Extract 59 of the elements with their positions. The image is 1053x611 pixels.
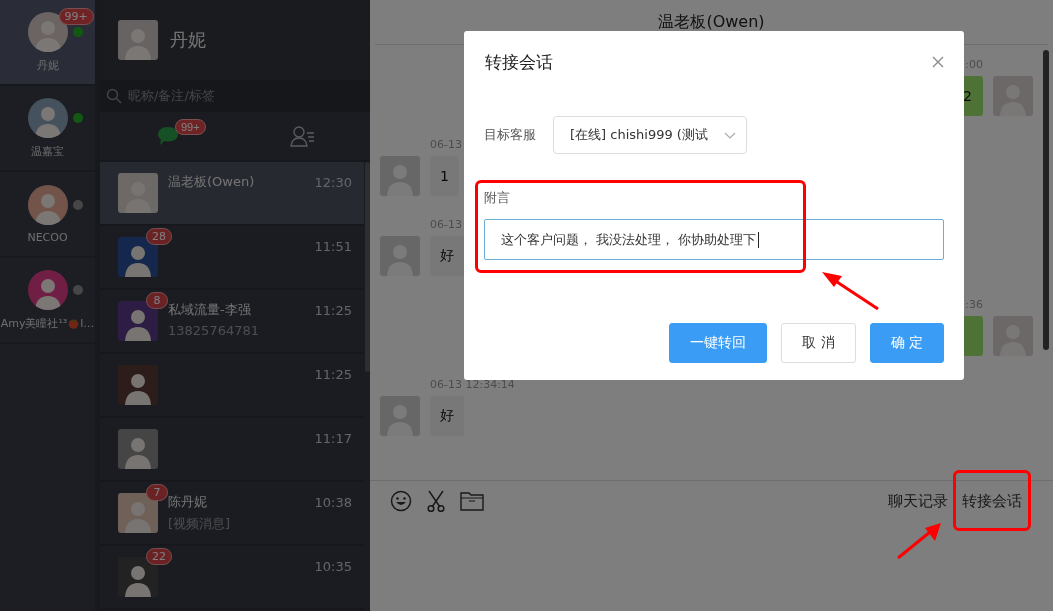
avatar: [27, 269, 68, 310]
close-button[interactable]: [932, 56, 944, 68]
contact-name: 温老板(Owen): [168, 173, 255, 191]
agent-select[interactable]: [在线] chishi999 (测试: [553, 116, 747, 154]
field-label: 目标客服: [484, 126, 536, 144]
unread-badge: 28: [146, 228, 172, 245]
unread-badge: 22: [146, 548, 172, 565]
folder-icon[interactable]: [460, 491, 484, 511]
scrollbar[interactable]: [365, 162, 370, 372]
note-input-field[interactable]: 这个客户问题， 我没法处理， 你协助处理下: [484, 219, 944, 260]
chevron-down-icon: [724, 131, 736, 139]
conversation-item[interactable]: 温老板(Owen) 12:30: [100, 162, 364, 226]
avatar: [27, 184, 68, 225]
account-name: NECOO: [27, 230, 68, 244]
message-bubble: 好: [430, 236, 464, 276]
message-time: 10:35: [314, 558, 352, 574]
scissors-icon[interactable]: [426, 490, 446, 512]
annotation-arrow: [897, 523, 941, 560]
unread-badge: 8: [146, 292, 168, 309]
emoji-icon[interactable]: [390, 490, 412, 512]
contacts-icon: [289, 125, 316, 147]
account-name: Amy美瞳社¹³: [0, 315, 68, 331]
cancel-button[interactable]: 取 消: [781, 323, 856, 363]
account-name-tail: l…: [80, 316, 95, 330]
avatar: [27, 97, 68, 138]
unread-badge: 7: [146, 484, 168, 501]
primary-button[interactable]: 一键转回: [669, 323, 768, 363]
contact-name: 私域流量-李强: [168, 301, 251, 319]
message-time: 11:25: [314, 366, 352, 382]
toolbar-link[interactable]: 聊天记录: [888, 491, 948, 511]
message-time: 10:38: [314, 494, 352, 510]
message-bubble: 好: [430, 396, 464, 436]
primary-button[interactable]: 确 定: [869, 323, 944, 363]
avatar: [118, 365, 158, 405]
avatar: [118, 20, 158, 60]
avatar: [118, 429, 158, 469]
close-icon: [932, 56, 944, 68]
account-name: 温嘉宝: [31, 143, 64, 159]
profile-name: 丹妮: [170, 28, 206, 52]
message-time: 11:17: [314, 430, 352, 446]
toolbar-link[interactable]: 转接会话: [962, 491, 1022, 511]
message-time: 12:30: [314, 174, 352, 190]
scrollbar[interactable]: [1043, 50, 1049, 350]
message-time: 11:25: [314, 302, 352, 318]
field-label: 附言: [484, 189, 511, 207]
unread-badge: 99+: [58, 7, 94, 25]
chat-bubble-icon: [155, 125, 180, 147]
contact-name: 陈丹妮: [168, 493, 207, 511]
message-bubble: 1: [430, 156, 459, 196]
conversation-item[interactable]: 11:51 28: [100, 226, 364, 290]
message-time: 11:51: [314, 238, 352, 254]
avatar: [118, 173, 158, 213]
search-icon: [106, 88, 122, 104]
tomato-icon: [68, 317, 80, 329]
chats-tab[interactable]: 99+: [100, 112, 235, 160]
dialog-title: 转接会话: [485, 50, 553, 74]
unread-badge: 99+: [175, 119, 206, 135]
annotation-arrow: [822, 272, 879, 311]
conversation-item[interactable]: 10:35 22: [100, 546, 364, 610]
